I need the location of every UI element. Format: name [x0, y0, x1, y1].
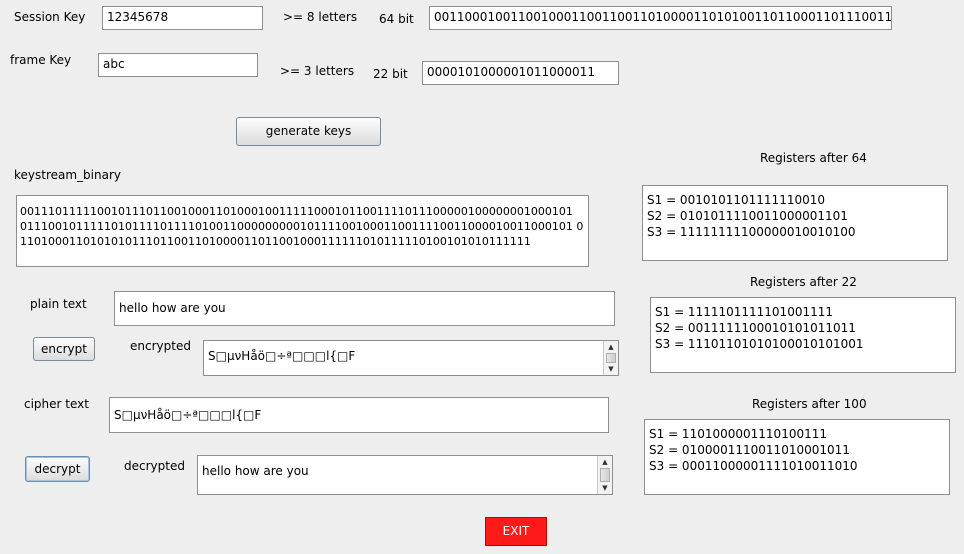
frame-key-label: frame Key: [10, 53, 72, 67]
registers-22-textarea[interactable]: S1 = 1111101111101001111 S2 = 0011111100…: [650, 297, 956, 373]
register-s3: S3 = 00011000001111010011010: [649, 459, 858, 473]
decrypted-text: hello how are you: [202, 464, 309, 478]
registers-100-title: Registers after 100: [752, 397, 867, 411]
cipher-text-input[interactable]: S□µνHåö□÷ª□□□l{□F: [109, 397, 609, 433]
arrow-down-icon[interactable]: ▼: [605, 364, 617, 374]
frame-key-input[interactable]: abc: [98, 53, 258, 77]
register-s2: S2 = 0011111100010101011011: [655, 321, 856, 335]
registers-64-title: Registers after 64: [760, 151, 867, 165]
keystream-line: 0011101111100101110110010001101000100111…: [20, 205, 573, 218]
scroll-thumb[interactable]: [600, 468, 610, 482]
plain-text-label: plain text: [30, 297, 87, 311]
register-s3: S3 = 11111111100000010010100: [647, 225, 856, 239]
generate-keys-button[interactable]: generate keys: [236, 117, 381, 146]
register-s3: S3 = 11101101010100010101001: [655, 337, 864, 351]
frame-bits-field[interactable]: 0000101000001011000011: [422, 61, 619, 85]
session-key-hint: >= 8 letters: [283, 10, 358, 24]
register-s1: S1 = 0010101101111110010: [647, 193, 825, 207]
frame-bits-label: 22 bit: [373, 67, 408, 81]
arrow-down-icon[interactable]: ▼: [599, 483, 611, 493]
arrow-up-icon[interactable]: ▲: [605, 342, 617, 352]
registers-64-textarea[interactable]: S1 = 0010101101111110010 S2 = 0101011110…: [642, 185, 948, 261]
register-s2: S2 = 0101011110011000001101: [647, 209, 848, 223]
encrypted-textarea[interactable]: S□µνHåö□÷ª□□□l{□F ▲ ▼: [203, 340, 619, 376]
registers-100-textarea[interactable]: S1 = 1101000001110100111 S2 = 0100001110…: [644, 419, 950, 495]
encrypt-button[interactable]: encrypt: [33, 337, 95, 361]
decrypt-button[interactable]: decrypt: [25, 456, 90, 482]
plain-text-input[interactable]: hello how are you: [114, 291, 615, 326]
keystream-label: keystream_binary: [14, 168, 122, 182]
decrypted-label: decrypted: [124, 459, 185, 473]
decrypted-scrollbar[interactable]: ▲ ▼: [597, 456, 612, 494]
session-bits-label: 64 bit: [379, 12, 414, 26]
session-bits-field[interactable]: 0011000100110010001100110011010000110101…: [429, 6, 892, 30]
scroll-thumb[interactable]: [606, 353, 616, 363]
encrypted-text: S□µνHåö□÷ª□□□l{□F: [208, 349, 356, 363]
exit-button[interactable]: EXIT: [485, 517, 547, 546]
session-key-input[interactable]: 12345678: [102, 6, 263, 30]
frame-key-hint: >= 3 letters: [280, 64, 355, 78]
registers-22-title: Registers after 22: [750, 275, 857, 289]
keystream-line: 0111001011111010111101111010011000000000…: [20, 220, 584, 233]
session-key-label: Session Key: [14, 10, 86, 24]
keystream-textarea[interactable]: 0011101111100101110110010001101000100111…: [16, 195, 589, 267]
register-s1: S1 = 1111101111101001111: [655, 305, 833, 319]
decrypted-textarea[interactable]: hello how are you ▲ ▼: [197, 455, 613, 495]
register-s1: S1 = 1101000001110100111: [649, 427, 827, 441]
encrypted-scrollbar[interactable]: ▲ ▼: [603, 341, 618, 375]
arrow-up-icon[interactable]: ▲: [599, 457, 611, 467]
cipher-text-label: cipher text: [24, 397, 89, 411]
keystream-line: 1101000110101010111011001101000011011001…: [20, 235, 531, 248]
encrypted-label: encrypted: [130, 339, 191, 353]
register-s2: S2 = 0100001110011010001011: [649, 443, 850, 457]
